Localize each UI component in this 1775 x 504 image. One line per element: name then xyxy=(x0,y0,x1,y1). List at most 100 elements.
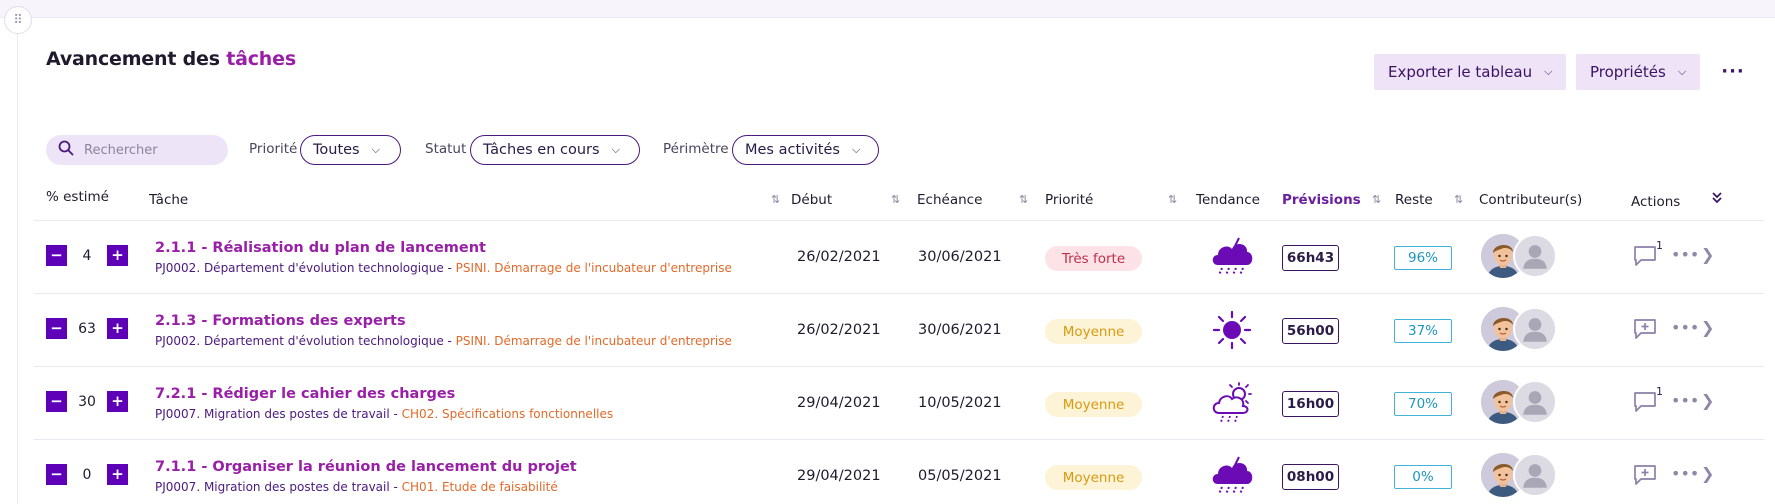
priority-filter-label: Priorité xyxy=(249,141,298,157)
decrement-button[interactable]: − xyxy=(46,464,67,485)
chevron-down-icon: ⌵ xyxy=(851,143,861,156)
left-divider xyxy=(17,34,18,504)
row-more-icon[interactable]: ••• xyxy=(1671,464,1699,483)
properties-button[interactable]: Propriétés ⌵ xyxy=(1576,54,1701,90)
sort-trend-icon[interactable]: ⇅ xyxy=(1168,193,1177,206)
status-filter-select[interactable]: Tâches en cours ⌵ xyxy=(470,135,640,165)
estimate-stepper[interactable]: − 0 + xyxy=(46,464,128,485)
forecast-value[interactable]: 16h00 xyxy=(1282,391,1339,417)
remaining-value[interactable]: 70% xyxy=(1394,392,1452,416)
avatar-placeholder-icon[interactable] xyxy=(1513,380,1557,424)
chevron-down-icon: ⌵ xyxy=(1677,65,1687,78)
search-box[interactable] xyxy=(46,135,228,165)
contributors[interactable] xyxy=(1481,307,1565,355)
storm-cloud-icon xyxy=(1209,454,1255,498)
start-date: 29/04/2021 xyxy=(797,395,881,411)
estimate-stepper[interactable]: − 30 + xyxy=(46,391,128,412)
remaining-value[interactable]: 0% xyxy=(1394,465,1452,489)
export-table-button[interactable]: Exporter le tableau ⌵ xyxy=(1374,54,1567,90)
estimate-value[interactable]: 63 xyxy=(67,321,107,337)
start-date: 29/04/2021 xyxy=(797,468,881,484)
priority-filter-select[interactable]: Toutes ⌵ xyxy=(300,135,401,165)
sort-start-icon[interactable]: ⇅ xyxy=(771,193,780,206)
col-actions: Actions xyxy=(1631,194,1681,210)
add-comment-icon[interactable] xyxy=(1632,463,1660,487)
sort-due-icon[interactable]: ⇅ xyxy=(891,193,900,206)
forecast-value[interactable]: 08h00 xyxy=(1282,464,1339,490)
avatar-placeholder-icon[interactable] xyxy=(1513,234,1557,278)
row-more-icon[interactable]: ••• xyxy=(1671,391,1699,410)
row-more-icon[interactable]: ••• xyxy=(1671,318,1699,337)
chevron-right-icon[interactable]: ❯ xyxy=(1701,245,1714,264)
task-subtitle: PJ0007. Migration des postes de travail … xyxy=(155,407,614,421)
priority-badge: Moyenne xyxy=(1045,319,1142,344)
expand-all-icon[interactable] xyxy=(1710,190,1724,208)
search-input[interactable] xyxy=(84,142,214,158)
col-due[interactable]: Echéance xyxy=(917,192,982,208)
drag-handle-icon[interactable]: ⠿ xyxy=(4,6,32,34)
col-task[interactable]: Tâche xyxy=(149,192,188,208)
comment-count: 1 xyxy=(1656,239,1663,252)
contributors[interactable] xyxy=(1481,453,1565,501)
due-date: 05/05/2021 xyxy=(918,468,1002,484)
table-row[interactable]: − 4 + 2.1.1 - Réalisation du plan de lan… xyxy=(34,220,1764,293)
sun-icon xyxy=(1209,308,1255,352)
col-forecast[interactable]: Prévisions xyxy=(1282,192,1361,208)
chevron-right-icon[interactable]: ❯ xyxy=(1701,318,1714,337)
col-trend[interactable]: Tendance xyxy=(1196,192,1260,208)
estimate-stepper[interactable]: − 4 + xyxy=(46,245,128,266)
export-table-label: Exporter le tableau xyxy=(1388,63,1533,81)
contributors[interactable] xyxy=(1481,380,1565,428)
col-start[interactable]: Début xyxy=(791,192,832,208)
contributors[interactable] xyxy=(1481,234,1565,282)
sort-priority-icon[interactable]: ⇅ xyxy=(1019,193,1028,206)
decrement-button[interactable]: − xyxy=(46,318,67,339)
add-comment-icon[interactable] xyxy=(1632,317,1660,341)
col-priority[interactable]: Priorité xyxy=(1045,192,1093,208)
task-title-link[interactable]: 2.1.1 - Réalisation du plan de lancement xyxy=(155,240,486,256)
col-remaining[interactable]: Reste xyxy=(1395,192,1433,208)
remaining-value[interactable]: 96% xyxy=(1394,246,1452,270)
increment-button[interactable]: + xyxy=(107,464,128,485)
task-title-link[interactable]: 7.2.1 - Rédiger le cahier des charges xyxy=(155,386,455,402)
table-row[interactable]: − 0 + 7.1.1 - Organiser la réunion de la… xyxy=(34,439,1764,504)
col-estimated[interactable]: % estimé xyxy=(46,189,109,205)
table-row[interactable]: − 30 + 7.2.1 - Rédiger le cahier des cha… xyxy=(34,366,1764,439)
chevron-right-icon[interactable]: ❯ xyxy=(1701,464,1714,483)
chevron-down-icon: ⌵ xyxy=(371,143,380,156)
due-date: 30/06/2021 xyxy=(918,322,1002,338)
avatar-placeholder-icon[interactable] xyxy=(1513,307,1557,351)
remaining-value[interactable]: 37% xyxy=(1394,319,1452,343)
due-date: 30/06/2021 xyxy=(918,249,1002,265)
estimate-value[interactable]: 4 xyxy=(67,248,107,264)
estimate-value[interactable]: 0 xyxy=(67,467,107,483)
priority-badge: Moyenne xyxy=(1045,392,1142,417)
chevron-down-icon: ⌵ xyxy=(1544,65,1553,78)
task-title-link[interactable]: 2.1.3 - Formations des experts xyxy=(155,313,406,329)
scope-filter-select[interactable]: Mes activités ⌵ xyxy=(732,135,879,165)
status-filter-label: Statut xyxy=(425,141,467,157)
sort-remaining-icon[interactable]: ⇅ xyxy=(1454,193,1463,206)
task-title-link[interactable]: 7.1.1 - Organiser la réunion de lancemen… xyxy=(155,459,577,475)
estimate-stepper[interactable]: − 63 + xyxy=(46,318,128,339)
forecast-value[interactable]: 66h43 xyxy=(1282,245,1339,271)
row-more-icon[interactable]: ••• xyxy=(1671,245,1699,264)
decrement-button[interactable]: − xyxy=(46,245,67,266)
priority-badge: Très forte xyxy=(1045,246,1142,271)
increment-button[interactable]: + xyxy=(107,245,128,266)
avatar-placeholder-icon[interactable] xyxy=(1513,453,1557,497)
chevron-right-icon[interactable]: ❯ xyxy=(1701,391,1714,410)
more-options-button[interactable]: ··· xyxy=(1720,58,1746,84)
estimate-value[interactable]: 30 xyxy=(67,394,107,410)
increment-button[interactable]: + xyxy=(107,318,128,339)
due-date: 10/05/2021 xyxy=(918,395,1002,411)
table-row[interactable]: − 63 + 2.1.3 - Formations des experts PJ… xyxy=(34,293,1764,366)
increment-button[interactable]: + xyxy=(107,391,128,412)
search-icon xyxy=(58,140,74,160)
partly-cloudy-rain-icon xyxy=(1209,381,1255,425)
decrement-button[interactable]: − xyxy=(46,391,67,412)
col-contributors[interactable]: Contributeur(s) xyxy=(1479,192,1582,208)
start-date: 26/02/2021 xyxy=(797,249,881,265)
sort-forecast-icon[interactable]: ⇅ xyxy=(1372,193,1381,206)
forecast-value[interactable]: 56h00 xyxy=(1282,318,1339,344)
